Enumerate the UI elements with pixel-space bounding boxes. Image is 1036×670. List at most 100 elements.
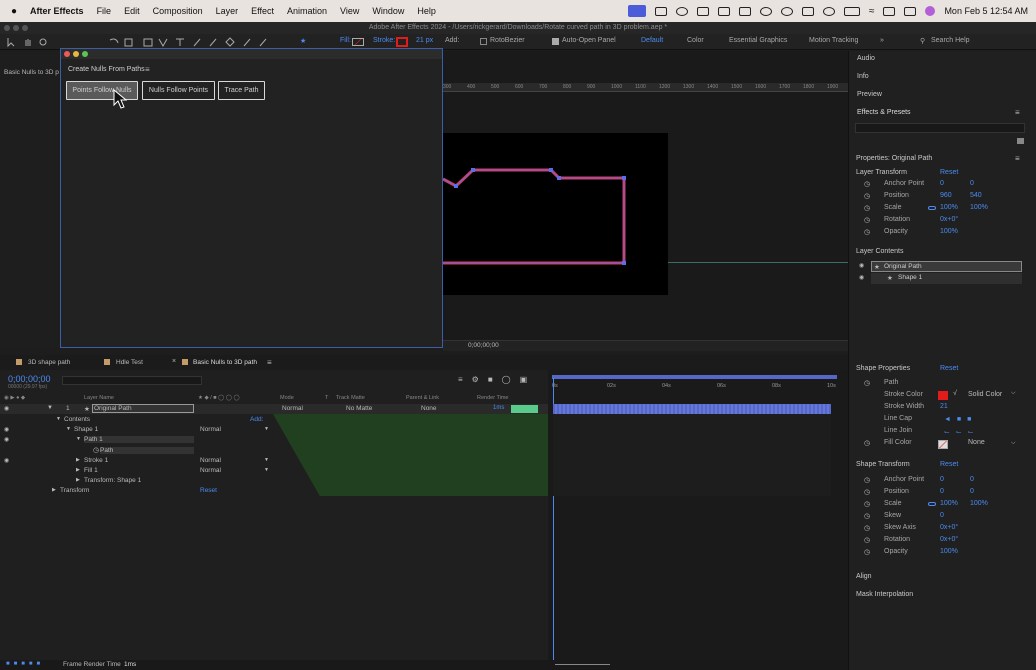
shape_transform_rows-value-1[interactable]: 0x+0° bbox=[940, 536, 958, 543]
shape-property-value[interactable]: None bbox=[968, 439, 985, 446]
audio-panel-tab[interactable]: Audio bbox=[857, 55, 875, 62]
stroke-width-value[interactable]: 21 px bbox=[416, 37, 433, 44]
transform_rows-value-1[interactable]: 100% bbox=[940, 204, 958, 211]
app-menu[interactable]: After Effects bbox=[30, 6, 84, 16]
eyedropper-icon[interactable]: √ bbox=[953, 390, 957, 397]
contents-item-original-path[interactable]: ★ Original Path bbox=[871, 261, 1022, 272]
trace-path-button[interactable]: Trace Path bbox=[218, 81, 265, 100]
property-row-name[interactable]: Transform: Shape 1 bbox=[84, 477, 141, 484]
constrain-link-icon[interactable] bbox=[928, 206, 936, 210]
property-row-name[interactable]: Contents bbox=[64, 416, 90, 423]
twirl-icon[interactable]: ▶ bbox=[52, 487, 56, 493]
stopwatch-icon[interactable]: ◷ bbox=[864, 500, 870, 508]
add-label[interactable]: Add: bbox=[445, 37, 459, 44]
layer-name-field[interactable]: Original Path bbox=[92, 404, 194, 413]
mask-interpolation-tab[interactable]: Mask Interpolation bbox=[856, 591, 913, 598]
col-render-time[interactable]: Render Time bbox=[477, 395, 509, 401]
stopwatch-icon[interactable]: ◷ bbox=[864, 488, 870, 496]
col-mode[interactable]: Mode bbox=[280, 395, 294, 401]
shape-property-value[interactable]: 21 bbox=[940, 403, 948, 410]
constrain-link-icon[interactable] bbox=[928, 502, 936, 506]
shape_transform_rows-value-2[interactable]: 100% bbox=[970, 500, 988, 507]
layer-row-original-path[interactable]: ◉ ▼ 1 ★ Original Path Normal No Matte No… bbox=[0, 404, 548, 414]
stopwatch-icon[interactable]: ◷ bbox=[864, 536, 870, 544]
twirl-icon[interactable]: ▶ bbox=[76, 477, 80, 483]
points-follow-nulls-button[interactable]: Points Follow Nulls bbox=[66, 81, 138, 100]
status-icon[interactable] bbox=[780, 6, 793, 16]
shape-property-value[interactable]: Solid Color bbox=[968, 391, 1002, 398]
twirl-icon[interactable]: ▶ bbox=[76, 467, 80, 473]
property-row-value[interactable]: Normal bbox=[200, 457, 221, 464]
status-icon[interactable] bbox=[738, 6, 751, 16]
status-icon[interactable] bbox=[883, 6, 896, 16]
camera-icon[interactable] bbox=[717, 6, 730, 16]
status-icon[interactable] bbox=[675, 6, 688, 16]
battery-icon[interactable] bbox=[843, 6, 860, 16]
layer-transform-reset[interactable]: Reset bbox=[940, 169, 958, 176]
comp-timecode[interactable]: 0;00;00;00 bbox=[468, 342, 499, 349]
property-row-name[interactable]: Transform bbox=[60, 487, 89, 494]
stopwatch-icon[interactable]: ◷ bbox=[864, 548, 870, 556]
status-icon[interactable] bbox=[654, 6, 667, 16]
menu-edit[interactable]: Edit bbox=[124, 6, 140, 16]
line-cap-buttons[interactable]: ◄■■ bbox=[944, 416, 977, 423]
twirl-icon[interactable]: ▶ bbox=[76, 457, 80, 463]
visibility-eye-icon[interactable]: ◉ bbox=[4, 426, 9, 433]
parent-dropdown[interactable]: None bbox=[421, 405, 437, 412]
shape_transform_rows-value-1[interactable]: 100% bbox=[940, 548, 958, 555]
stopwatch-icon[interactable]: ◷ bbox=[864, 204, 870, 212]
screen-share-icon[interactable] bbox=[627, 5, 646, 17]
shape_transform_rows-value-2[interactable]: 0 bbox=[970, 488, 974, 495]
fill-color-swatch[interactable] bbox=[938, 440, 948, 449]
time-ruler[interactable]: 0s 02s 04s 06s 08s 10s bbox=[552, 382, 837, 392]
close-window-icon[interactable] bbox=[4, 25, 10, 31]
search-help-input[interactable]: Search Help bbox=[931, 37, 970, 44]
work-area-bar[interactable] bbox=[552, 375, 837, 379]
shape_transform_rows-value-1[interactable]: 0x+0° bbox=[940, 524, 958, 531]
property-row-value[interactable]: Add: bbox=[250, 416, 263, 423]
search-icon[interactable]: ⚲ bbox=[920, 37, 925, 45]
status-icon[interactable] bbox=[822, 6, 835, 16]
properties-menu-icon[interactable]: ≡ bbox=[1015, 154, 1020, 163]
col-parent-link[interactable]: Parent & Link bbox=[406, 395, 439, 401]
contents-item-shape-1[interactable]: ★ Shape 1 bbox=[871, 273, 1022, 284]
menu-file[interactable]: File bbox=[97, 6, 112, 16]
twirl-icon[interactable]: ▼ bbox=[66, 426, 71, 432]
stopwatch-icon[interactable]: ◷ bbox=[93, 446, 99, 454]
visibility-eye-icon[interactable]: ◉ bbox=[4, 457, 9, 464]
property-row-name[interactable]: Path 1 bbox=[84, 436, 194, 444]
visibility-eye-icon[interactable]: ◉ bbox=[4, 405, 9, 412]
transform_rows-value-2[interactable]: 0 bbox=[970, 180, 974, 187]
twirl-icon[interactable]: ▼ bbox=[56, 416, 61, 422]
stopwatch-icon[interactable]: ◷ bbox=[864, 524, 870, 532]
info-panel-tab[interactable]: Info bbox=[857, 73, 869, 80]
status-icon[interactable] bbox=[801, 6, 814, 16]
more-workspaces-icon[interactable]: » bbox=[880, 37, 884, 44]
dialog-close-icon[interactable] bbox=[64, 51, 70, 57]
menu-help[interactable]: Help bbox=[417, 6, 436, 16]
auto-open-label[interactable]: Auto-Open Panel bbox=[562, 37, 616, 44]
stopwatch-icon[interactable]: ◷ bbox=[864, 439, 870, 447]
project-panel-label[interactable]: Basic Nulls to 3D p bbox=[4, 69, 59, 76]
stopwatch-icon[interactable]: ◷ bbox=[864, 476, 870, 484]
new-folder-icon[interactable] bbox=[1017, 138, 1024, 144]
wifi-icon[interactable]: ≈ bbox=[869, 6, 875, 17]
stroke-color-swatch[interactable] bbox=[938, 391, 948, 400]
minimize-window-icon[interactable] bbox=[13, 25, 19, 31]
property-row-name[interactable]: Path bbox=[100, 446, 194, 454]
shape_transform_rows-value-1[interactable]: 100% bbox=[940, 500, 958, 507]
status-icons[interactable]: ■■■■■ bbox=[6, 661, 44, 667]
effects-presets-tab[interactable]: Effects & Presets bbox=[857, 109, 911, 116]
nulls-follow-points-button[interactable]: Nulls Follow Points bbox=[142, 81, 215, 100]
layer-duration-bar[interactable] bbox=[553, 404, 831, 414]
chevron-down-icon[interactable]: ▼ bbox=[264, 426, 269, 432]
status-icon[interactable] bbox=[759, 6, 772, 16]
shape_transform_rows-value-1[interactable]: 0 bbox=[940, 476, 944, 483]
line-join-buttons[interactable]: ⌙⌙⌙ bbox=[944, 428, 980, 436]
menu-layer[interactable]: Layer bbox=[216, 6, 239, 16]
visibility-eye-icon[interactable]: ◉ bbox=[859, 262, 864, 269]
tab-basic-nulls[interactable]: Basic Nulls to 3D path bbox=[193, 359, 257, 366]
stopwatch-icon[interactable]: ◷ bbox=[864, 192, 870, 200]
preview-panel-tab[interactable]: Preview bbox=[857, 91, 882, 98]
zoom-window-icon[interactable] bbox=[22, 25, 28, 31]
